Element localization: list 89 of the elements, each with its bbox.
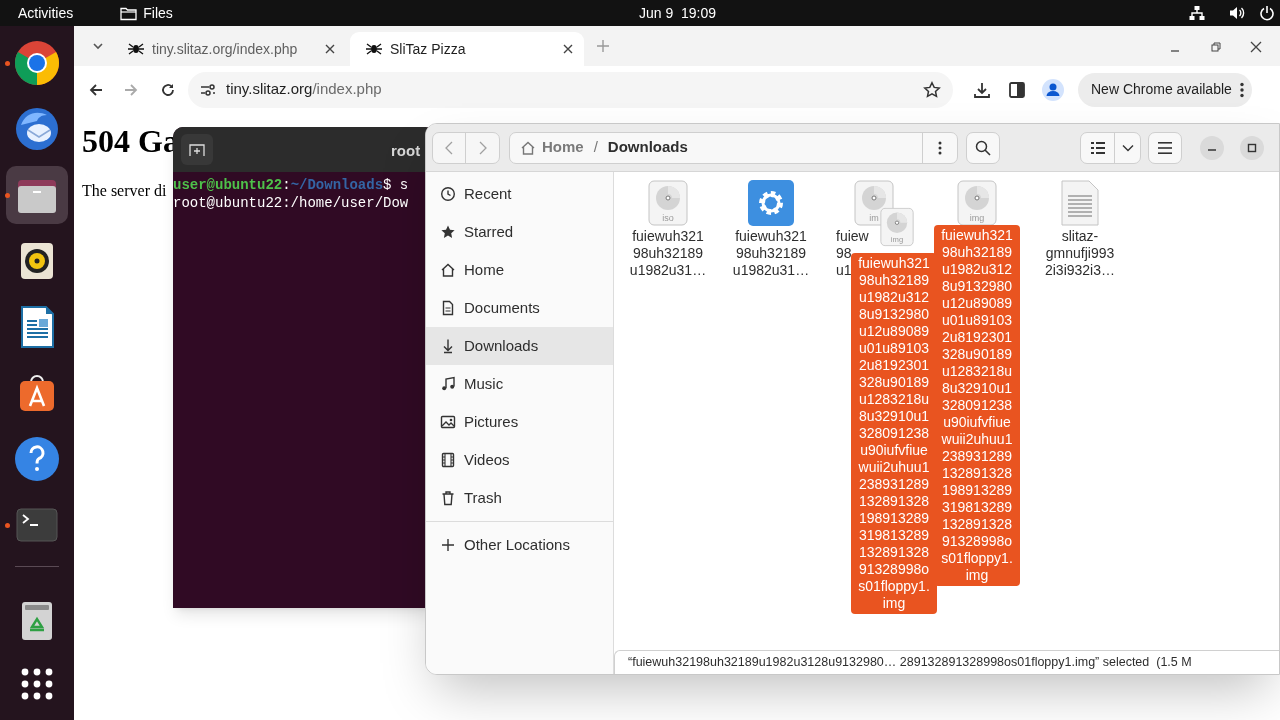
disc-file-icon [880,207,914,247]
status-bar: “fuiewuh32198uh32189u1982u3128u9132980… 289132891328998os01floppy1.img” selected (1.5 M [614,650,1279,674]
file-name-fragment: u1 [836,262,852,279]
gear-file-icon [748,180,794,226]
more-icon [938,140,942,155]
spider-icon [366,42,382,56]
volume-icon[interactable] [1229,5,1245,21]
browser-tab[interactable]: SliTaz Pizza [350,32,584,66]
sidebar-item[interactable]: Home [426,251,613,289]
close-icon[interactable] [562,43,574,55]
power-icon[interactable] [1259,5,1275,21]
disc-file-icon [648,180,688,226]
address-bar[interactable]: tiny.slitaz.org/index.php [188,71,953,108]
folder-icon [120,5,138,21]
path-separator: / [593,137,598,158]
new-tab-icon [189,142,205,157]
clock[interactable]: Jun 9 19:09 [639,2,717,24]
restore-icon[interactable] [1210,41,1222,53]
sidebar-item[interactable]: Videos [426,441,613,479]
file-name-fragment: fuiew [836,228,869,245]
chevron-down-icon [92,42,104,50]
sidebar-item[interactable]: Documents [426,289,613,327]
terminal-line: root@ubuntu22:/home/user/Dow [173,194,409,212]
close-icon[interactable] [324,43,336,55]
sidebar-item[interactable]: Downloads [426,327,613,365]
sidebar-item[interactable]: Music [426,365,613,403]
clock-icon [440,186,456,202]
sidebar-item[interactable]: Other Locations [426,526,613,564]
file-type-label: iso [661,213,675,223]
image-icon [440,414,456,430]
file-name-label[interactable]: fuiewuh321 98uh32189 u1982u31… [629,228,707,279]
terminal-line: user@ubuntu22:~/Downloads$ s [173,176,409,194]
file-name-fragment: 98 [836,245,852,262]
sidebar-item[interactable]: Trash [426,479,613,517]
close-icon[interactable] [1250,41,1262,53]
file-name-label[interactable]: fuiewuh321 98uh32189 u1982u31… [732,228,810,279]
home-icon [440,262,456,278]
disc-file-icon [957,180,997,226]
chevron-right-icon [478,140,487,155]
network-icon[interactable] [1189,5,1205,21]
path-segment[interactable]: Home [520,136,584,159]
plus-icon [440,537,456,553]
spider-icon [128,42,144,56]
site-settings-icon[interactable] [200,82,216,97]
sidebar-item[interactable]: Recent [426,175,613,213]
minimize-icon [1208,149,1216,151]
text-file-icon [1061,180,1099,226]
back-icon[interactable] [88,81,104,98]
home-icon [520,139,536,156]
reload-icon[interactable] [160,81,176,98]
document-icon [440,300,456,316]
list-icon [1090,141,1105,154]
menu-icon [1158,141,1172,154]
tab-title: SliTaz Pizza [390,39,467,59]
minimize-button[interactable] [1200,135,1224,160]
maximize-button[interactable] [1240,135,1264,160]
file-type-label: im [868,213,880,223]
update-chrome-button[interactable]: New Chrome available [1078,72,1252,107]
tab-title: tiny.slitaz.org/index.php [152,39,299,59]
sidebar-item[interactable]: Pictures [426,403,613,441]
folder-icon[interactable] [6,166,68,224]
maximize-icon [1247,142,1257,153]
search-icon [975,139,991,156]
app-menu[interactable]: Files [120,2,173,24]
download-icon[interactable] [973,80,991,99]
chevron-down-icon [1121,143,1134,152]
file-name-label[interactable]: slitaz- gmnufji993 2i3i932i3… [1044,228,1116,279]
activities-button[interactable]: Activities [18,2,74,24]
page-text: The server di [82,181,167,201]
chevron-left-icon [445,140,453,155]
music-note-icon [440,376,456,392]
star-icon[interactable] [923,80,941,99]
star-icon [440,224,456,240]
sidebar-item[interactable]: Starred [426,213,613,251]
path-segment[interactable]: Downloads [607,136,688,159]
profile-avatar-icon[interactable] [1042,78,1064,101]
trash-icon [440,490,456,506]
url-text: tiny.slitaz.org/index.php [226,79,383,100]
file-type-label: img [968,213,986,223]
new-tab-button[interactable] [181,134,213,165]
dragged-file-label: fuiewuh321 98uh32189 u1982u312 8u9132980 u12u89089 u01u89103 2u8192301 328u90189 u1283218u 8u32910u1 328091238 u90iufvfiue wuii2uhuu1 238931289 132891328 198913289 319813289 132891328 91328998o s01floppy1. img [851,253,937,614]
film-icon [440,452,456,468]
browser-tab[interactable]: tiny.slitaz.org/index.php [112,32,346,66]
file-name-label[interactable]: fuiewuh321 98uh32189 u1982u312 8u9132980 u12u89089 u01u89103 2u8192301 328u90189 u1283218u 8u32910u1 328091238 u90iufvfiue wuii2uhuu1 238931289 132891328 198913289 319813289 132891328 91328998o s01floppy1. img [934,225,1020,586]
menu-button[interactable] [1148,131,1182,164]
window-title: root [391,141,421,161]
side-panel-icon[interactable] [1009,81,1025,98]
search-button[interactable] [966,131,1000,164]
more-icon[interactable] [1239,81,1244,98]
